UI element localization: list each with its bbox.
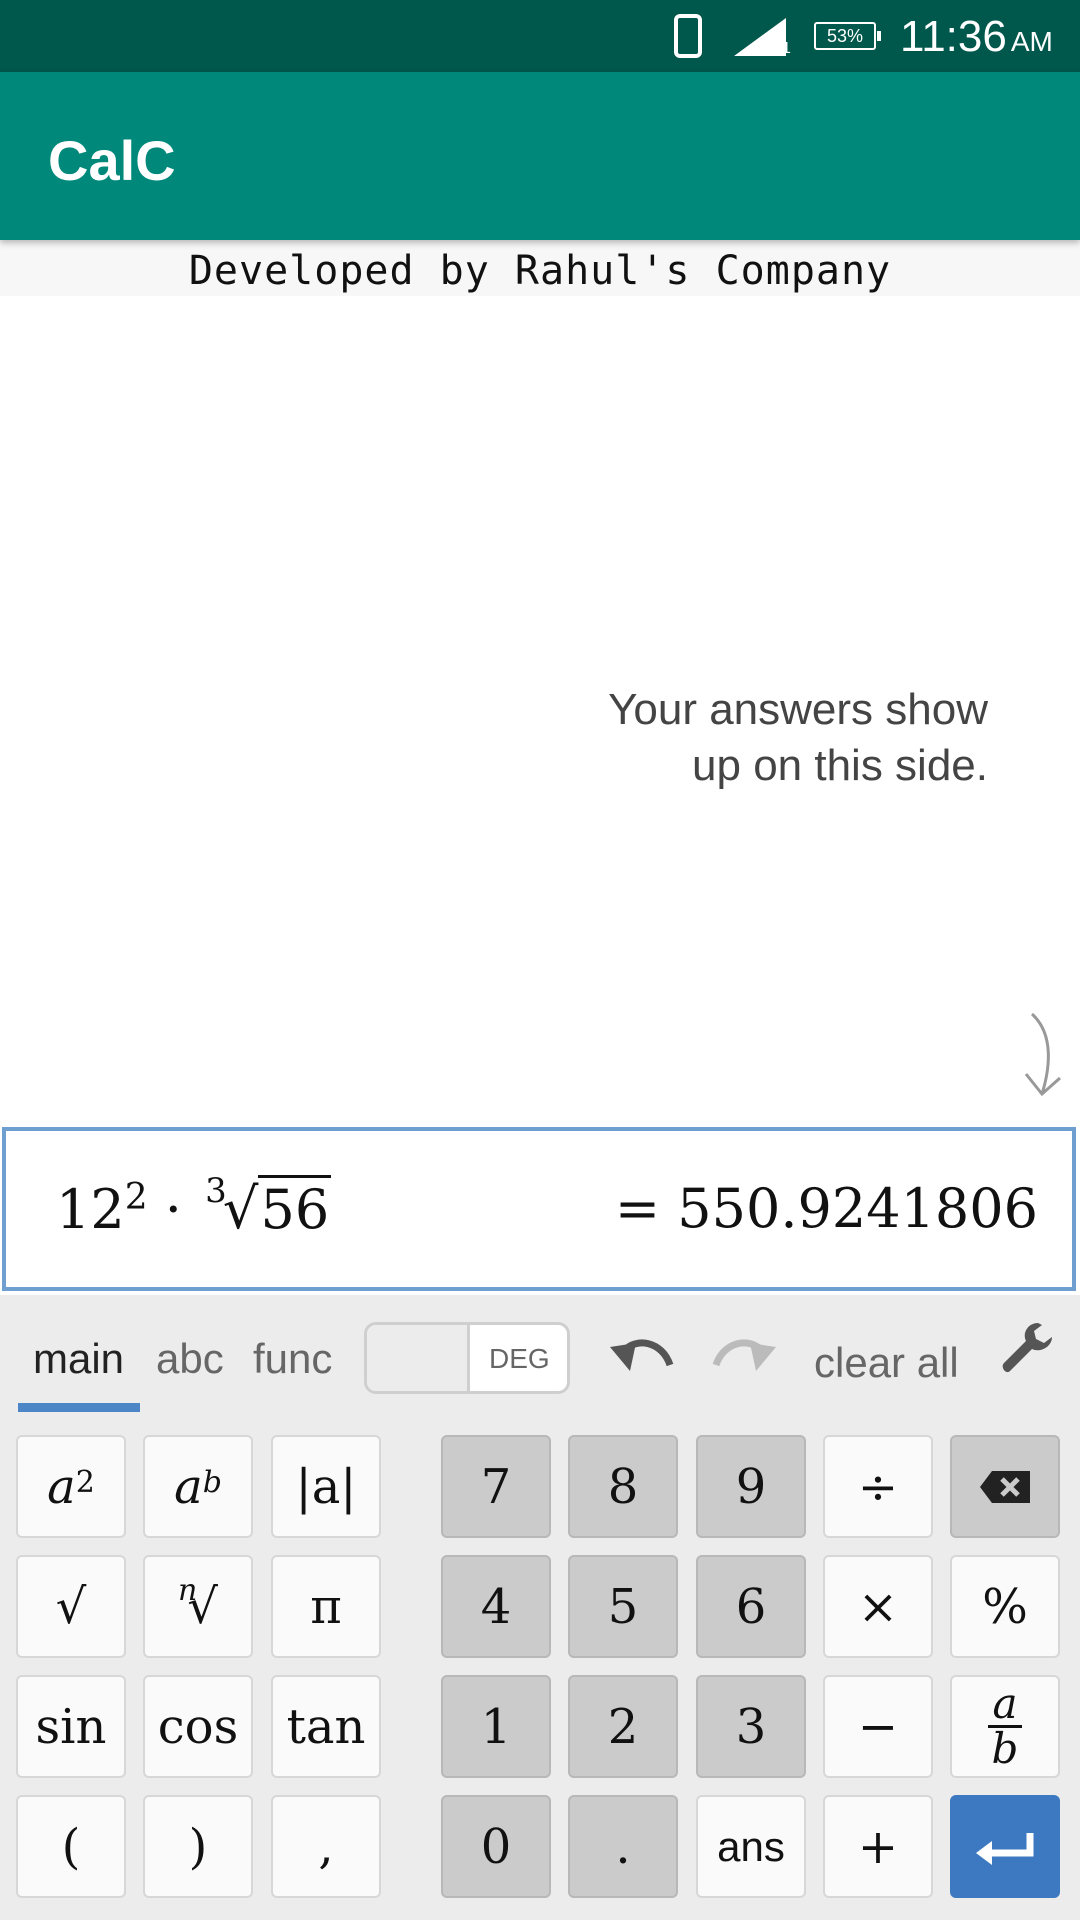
- toggle-knob: [367, 1325, 470, 1391]
- digit-9-key[interactable]: 9: [696, 1435, 806, 1538]
- digit-8-key[interactable]: 8: [568, 1435, 678, 1538]
- active-tab-indicator: [18, 1403, 140, 1412]
- fraction-denominator: b: [991, 1724, 1019, 1773]
- expression-exponent: 2: [124, 1177, 148, 1218]
- square-key-exp: 2: [75, 1465, 95, 1500]
- expression-radicand: 56: [258, 1175, 332, 1241]
- ans-key[interactable]: ans: [696, 1795, 806, 1898]
- sin-key[interactable]: sin: [16, 1675, 126, 1778]
- undo-icon[interactable]: [606, 1329, 674, 1385]
- expression-dot: ·: [164, 1178, 182, 1241]
- tab-abc[interactable]: abc: [156, 1335, 224, 1383]
- developer-banner: Developed by Rahul's Company: [0, 240, 1080, 296]
- nth-root-index: n: [178, 1573, 198, 1608]
- digit-0-key[interactable]: 0: [441, 1795, 551, 1898]
- multiply-key[interactable]: ×: [823, 1555, 933, 1658]
- digit-4-key[interactable]: 4: [441, 1555, 551, 1658]
- enter-key[interactable]: [950, 1795, 1060, 1898]
- digit-1-key[interactable]: 1: [441, 1675, 551, 1778]
- cos-key[interactable]: cos: [143, 1675, 253, 1778]
- battery-icon: 53%: [814, 22, 881, 50]
- minus-key[interactable]: −: [823, 1675, 933, 1778]
- right-paren-key[interactable]: ): [143, 1795, 253, 1898]
- digit-2-key[interactable]: 2: [568, 1675, 678, 1778]
- sqrt-key[interactable]: √: [16, 1555, 126, 1658]
- keyboard-tabs: main abc func DEG clear all: [0, 1295, 1080, 1415]
- pi-key[interactable]: π: [271, 1555, 381, 1658]
- expression-result: = 550.9241806: [614, 1177, 1038, 1240]
- digit-3-key[interactable]: 3: [696, 1675, 806, 1778]
- clear-all-button[interactable]: clear all: [814, 1339, 959, 1387]
- signal-sub-label: 1: [782, 40, 791, 57]
- answers-hint: Your answers show up on this side.: [608, 682, 988, 794]
- clock-time: 11:36: [900, 12, 1007, 61]
- power-key-exp: b: [202, 1465, 222, 1500]
- backspace-key[interactable]: [950, 1435, 1060, 1538]
- fraction-key[interactable]: ab: [950, 1675, 1060, 1778]
- clock-ampm: AM: [1010, 26, 1053, 57]
- fraction-glyph: ab: [988, 1683, 1022, 1773]
- power-key-base: a: [174, 1458, 203, 1515]
- app-title: CalC: [48, 129, 176, 192]
- plus-key[interactable]: +: [823, 1795, 933, 1898]
- clock: 11:36 AM: [900, 12, 1053, 62]
- percent-key[interactable]: %: [950, 1555, 1060, 1658]
- redo-icon[interactable]: [712, 1329, 780, 1385]
- decimal-point-key[interactable]: .: [568, 1795, 678, 1898]
- math-keyboard: main abc func DEG clear all a2 ab |a| 7 …: [0, 1295, 1080, 1920]
- answers-hint-line1: Your answers show: [608, 685, 988, 734]
- nth-root-key[interactable]: n √: [143, 1555, 253, 1658]
- tab-main[interactable]: main: [33, 1335, 124, 1383]
- wrench-icon[interactable]: [998, 1319, 1056, 1377]
- digit-6-key[interactable]: 6: [696, 1555, 806, 1658]
- expression-radical: √: [222, 1177, 259, 1242]
- power-key[interactable]: ab: [143, 1435, 253, 1538]
- status-bar: 1 53% 11:36 AM: [0, 0, 1080, 72]
- app-bar: CalC: [0, 72, 1080, 240]
- digit-7-key[interactable]: 7: [441, 1435, 551, 1538]
- left-paren-key[interactable]: (: [16, 1795, 126, 1898]
- digit-5-key[interactable]: 5: [568, 1555, 678, 1658]
- comma-key[interactable]: ,: [271, 1795, 381, 1898]
- tan-key[interactable]: tan: [271, 1675, 381, 1778]
- tab-func[interactable]: func: [253, 1335, 332, 1383]
- enter-icon: [976, 1832, 1034, 1865]
- expression-root-index: 3: [205, 1171, 227, 1211]
- angle-mode-toggle[interactable]: DEG: [364, 1322, 570, 1394]
- square-key[interactable]: a2: [16, 1435, 126, 1538]
- expression-base: 12: [56, 1178, 125, 1241]
- phone-icon: [674, 14, 702, 58]
- abs-key[interactable]: |a|: [271, 1435, 381, 1538]
- backspace-icon: [980, 1470, 1030, 1503]
- expression-input[interactable]: 122 · 3√56 = 550.9241806: [2, 1127, 1076, 1291]
- square-key-base: a: [47, 1458, 76, 1515]
- expression: 122 · 3√56: [56, 1171, 332, 1242]
- arrow-down-icon: [1024, 1012, 1061, 1097]
- divide-key[interactable]: ÷: [823, 1435, 933, 1538]
- answers-hint-line2: up on this side.: [692, 741, 988, 790]
- angle-mode-label: DEG: [489, 1343, 550, 1374]
- signal-icon: [734, 18, 786, 56]
- fraction-numerator: a: [988, 1683, 1022, 1728]
